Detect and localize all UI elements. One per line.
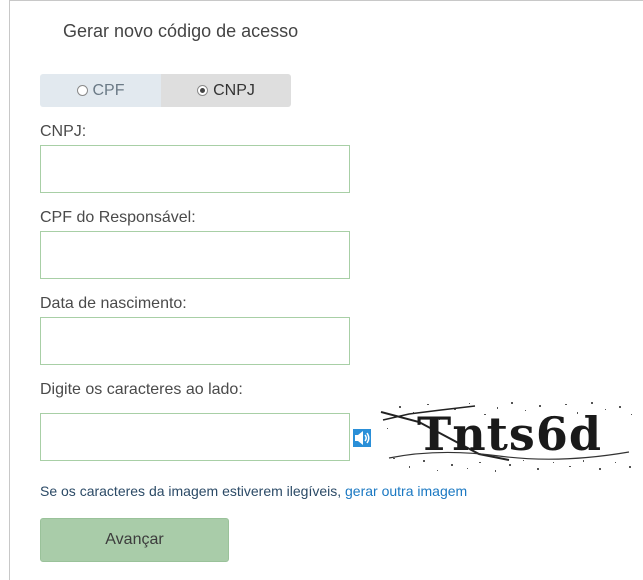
toggle-option-cpf[interactable]: CPF [40, 74, 161, 107]
captcha-image: Tnts6d [379, 398, 643, 478]
document-type-toggle: CPF CNPJ [40, 74, 291, 107]
cpf-responsavel-label: CPF do Responsável: [40, 209, 196, 226]
submit-button[interactable]: Avançar [40, 518, 229, 562]
speaker-icon[interactable] [353, 429, 371, 447]
captcha-help: Se os caracteres da imagem estiverem ile… [40, 483, 467, 499]
birth-date-label: Data de nascimento: [40, 295, 187, 312]
cpf-responsavel-field[interactable] [40, 231, 350, 279]
toggle-option-label: CPF [92, 81, 125, 99]
cnpj-label: CNPJ: [40, 123, 87, 140]
birth-date-field[interactable] [40, 317, 350, 365]
captcha-text: Tnts6d [417, 407, 602, 461]
captcha-input-label: Digite os caracteres ao lado: [40, 381, 243, 398]
radio-unchecked-icon [76, 85, 88, 96]
page-title: Gerar novo código de acesso [63, 21, 299, 41]
captcha-input[interactable] [40, 413, 350, 461]
toggle-option-cnpj[interactable]: CNPJ [161, 74, 291, 107]
radio-checked-icon [197, 85, 209, 96]
captcha-help-text: Se os caracteres da imagem estiverem ile… [40, 483, 342, 499]
toggle-option-label: CNPJ [213, 81, 255, 99]
cnpj-field[interactable] [40, 145, 350, 193]
regenerate-captcha-link[interactable]: gerar outra imagem [345, 483, 467, 499]
